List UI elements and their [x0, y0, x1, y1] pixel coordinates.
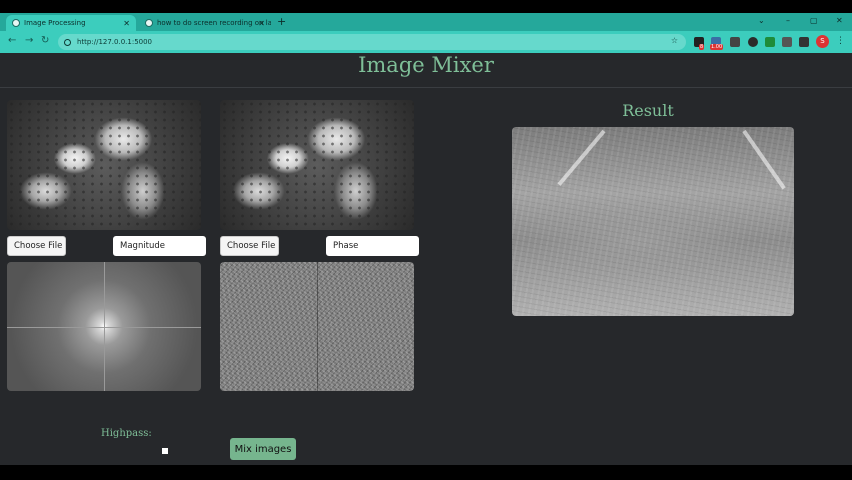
tab-search-icon[interactable]: ⌄	[758, 16, 765, 25]
divider	[0, 87, 852, 88]
choose-file-button-2[interactable]: Choose File	[220, 236, 279, 256]
result-title: Result	[622, 101, 674, 120]
component-select-1[interactable]: Magnitude	[113, 236, 206, 256]
reload-icon[interactable]: ↻	[41, 35, 49, 46]
bottom-bar	[0, 465, 852, 480]
tab-screen-recording[interactable]: how to do screen recording on la ✕	[139, 15, 271, 31]
tab-image-processing[interactable]: Image Processing ✕	[6, 15, 136, 31]
highpass-checkbox[interactable]	[162, 448, 168, 454]
maximize-icon[interactable]: ▢	[810, 16, 818, 25]
sidebar-icon[interactable]	[799, 37, 809, 47]
image-texture	[7, 100, 201, 230]
star-icon[interactable]: ☆	[671, 36, 678, 45]
forward-icon[interactable]: →	[25, 35, 33, 46]
image-texture	[220, 100, 414, 230]
globe-icon	[145, 19, 153, 27]
extension-icon[interactable]	[748, 37, 758, 47]
tab-strip: Image Processing ✕ how to do screen reco…	[0, 13, 852, 31]
mix-images-button[interactable]: Mix images	[230, 438, 296, 460]
new-tab-button[interactable]: +	[277, 15, 286, 28]
avatar[interactable]: S	[816, 35, 829, 48]
tab-title: how to do screen recording on la	[157, 19, 271, 27]
browser-toolbar: ← → ↻ http://127.0.0.1:5000 ☆ 8 1.00 S ⋮	[0, 31, 852, 53]
extension-icon[interactable]	[765, 37, 775, 47]
extension-badge: 8	[699, 44, 705, 50]
phase-spectrum-image	[220, 262, 414, 391]
extension-badge: 1.00	[710, 44, 724, 50]
back-icon[interactable]: ←	[8, 35, 16, 46]
image-artifact	[557, 129, 606, 186]
page-title: Image Mixer	[358, 53, 494, 77]
spectrum-axis	[317, 262, 318, 391]
page: Image Mixer Choose File Magnitude Choose…	[0, 53, 852, 465]
minimize-icon[interactable]: –	[786, 16, 790, 25]
spectrum-axis	[104, 262, 105, 391]
magnitude-spectrum-image	[7, 262, 201, 391]
close-icon[interactable]: ✕	[123, 19, 130, 28]
window-close-icon[interactable]: ✕	[836, 16, 843, 25]
close-icon[interactable]: ✕	[258, 19, 265, 28]
input-image-1	[7, 100, 201, 230]
highpass-label: Highpass:	[101, 428, 152, 439]
extension-icon[interactable]	[730, 37, 740, 47]
globe-icon	[12, 19, 20, 27]
result-image	[512, 127, 794, 316]
address-bar[interactable]: http://127.0.0.1:5000 ☆	[58, 34, 686, 50]
puzzle-icon[interactable]	[782, 37, 792, 47]
menu-icon[interactable]: ⋮	[836, 36, 845, 46]
url-text: http://127.0.0.1:5000	[77, 38, 153, 46]
image-artifact	[742, 129, 786, 190]
input-image-2	[220, 100, 414, 230]
component-select-2[interactable]: Phase	[326, 236, 419, 256]
site-info-icon[interactable]	[64, 38, 71, 46]
tab-title: Image Processing	[24, 19, 86, 27]
choose-file-button-1[interactable]: Choose File	[7, 236, 66, 256]
